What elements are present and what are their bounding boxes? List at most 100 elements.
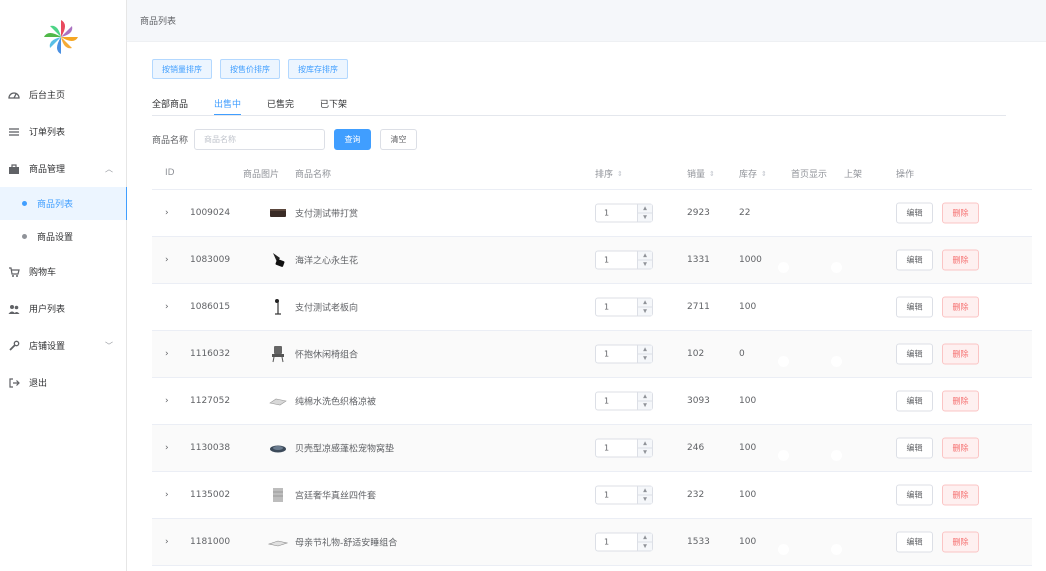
page-body: 按销量排序 按售价排序 按库存排序 全部商品 出售中 已售完 已下架 商品名称 … — [127, 42, 1046, 571]
sort-order-stepper[interactable]: 1 ▲ ▼ — [595, 344, 653, 364]
expand-row-icon[interactable]: › — [165, 208, 169, 218]
expand-row-icon[interactable]: › — [165, 302, 169, 312]
decrement-icon[interactable]: ▼ — [638, 449, 652, 457]
increment-icon[interactable]: ▲ — [638, 252, 652, 261]
tab-all-products[interactable]: 全部商品 — [152, 97, 188, 116]
product-name-search-input[interactable] — [194, 129, 326, 150]
sort-order-stepper[interactable]: 1 ▲ ▼ — [595, 297, 653, 317]
expand-row-icon[interactable]: › — [165, 490, 169, 500]
increment-icon[interactable]: ▲ — [638, 346, 652, 355]
sidebar-item-orders[interactable]: 订单列表 — [0, 113, 127, 150]
sidebar-item-cart[interactable]: 购物车 — [0, 253, 127, 290]
edit-button[interactable]: 编辑 — [896, 390, 933, 412]
table-body: › 1009024 支付测试带打赏 1 ▲ ▼ 2923 22 编辑 删除 › 10… — [152, 190, 1032, 566]
sidebar-item-product-management[interactable]: 商品管理 ︿ — [0, 150, 127, 187]
sort-caret-icon: ⇕ — [617, 169, 623, 178]
list-icon — [8, 126, 20, 138]
tab-delisted[interactable]: 已下架 — [320, 97, 347, 116]
expand-row-icon[interactable]: › — [165, 443, 169, 453]
edit-button[interactable]: 编辑 — [896, 202, 933, 224]
search-bar: 商品名称 查询 清空 — [152, 129, 418, 150]
users-icon — [8, 303, 20, 315]
product-stock: 100 — [739, 537, 757, 547]
expand-row-icon[interactable]: › — [165, 396, 169, 406]
sort-order-stepper[interactable]: 1 ▲ ▼ — [595, 391, 653, 411]
expand-row-icon[interactable]: › — [165, 349, 169, 359]
tab-sold-out[interactable]: 已售完 — [267, 97, 294, 116]
increment-icon[interactable]: ▲ — [638, 534, 652, 543]
delete-button[interactable]: 删除 — [942, 484, 979, 506]
product-sales: 1533 — [687, 537, 710, 547]
product-name: 纯棉水洗色织格凉被 — [295, 397, 377, 408]
delete-button[interactable]: 删除 — [942, 343, 979, 365]
tab-on-sale[interactable]: 出售中 — [214, 97, 242, 116]
edit-button[interactable]: 编辑 — [896, 249, 933, 271]
sort-order-value[interactable]: 1 — [596, 444, 637, 453]
increment-icon[interactable]: ▲ — [638, 440, 652, 449]
decrement-icon[interactable]: ▼ — [638, 402, 652, 410]
decrement-icon[interactable]: ▼ — [638, 261, 652, 269]
product-image — [268, 391, 288, 411]
product-id: 1083009 — [190, 255, 231, 265]
sidebar-item-dashboard[interactable]: 后台主页 — [0, 76, 127, 113]
box-image — [268, 203, 288, 223]
sidebar-item-label: 购物车 — [29, 268, 57, 278]
sort-caret-icon: ⇕ — [709, 169, 715, 178]
header-on-shelf: 上架 — [844, 169, 863, 180]
clear-button[interactable]: 清空 — [380, 129, 418, 150]
sidebar: 后台主页 订单列表 商品管理 ︿ 商品列表 商品设置 购物车 用户列表 店铺设置… — [0, 0, 127, 571]
increment-icon[interactable]: ▲ — [638, 205, 652, 214]
edit-button[interactable]: 编辑 — [896, 484, 933, 506]
header-sort[interactable]: 排序 ⇕ — [595, 167, 623, 180]
decrement-icon[interactable]: ▼ — [638, 355, 652, 363]
sort-order-value[interactable]: 1 — [596, 303, 637, 312]
sidebar-item-shop-settings[interactable]: 店铺设置 ﹀ — [0, 327, 127, 364]
edit-button[interactable]: 编辑 — [896, 437, 933, 459]
header-id: ID — [165, 168, 175, 178]
product-id: 1127052 — [190, 396, 231, 406]
main-content: 商品列表 按销量排序 按售价排序 按库存排序 全部商品 出售中 已售完 已下架 … — [127, 0, 1046, 571]
edit-button[interactable]: 编辑 — [896, 531, 933, 553]
sort-by-price-button[interactable]: 按售价排序 — [220, 59, 280, 79]
sort-order-value[interactable]: 1 — [596, 350, 637, 359]
sort-order-value[interactable]: 1 — [596, 256, 637, 265]
header-stock[interactable]: 库存 ⇕ — [739, 167, 767, 180]
sort-by-sales-button[interactable]: 按销量排序 — [152, 59, 212, 79]
sort-order-stepper[interactable]: 1 ▲ ▼ — [595, 250, 653, 270]
sidebar-subitem-product-list[interactable]: 商品列表 — [0, 187, 127, 220]
sort-order-stepper[interactable]: 1 ▲ ▼ — [595, 203, 653, 223]
decrement-icon[interactable]: ▼ — [638, 496, 652, 504]
sort-by-stock-button[interactable]: 按库存排序 — [288, 59, 348, 79]
expand-row-icon[interactable]: › — [165, 255, 169, 265]
delete-button[interactable]: 删除 — [942, 296, 979, 318]
edit-button[interactable]: 编辑 — [896, 296, 933, 318]
sort-order-value[interactable]: 1 — [596, 491, 637, 500]
increment-icon[interactable]: ▲ — [638, 393, 652, 402]
sort-order-stepper[interactable]: 1 ▲ ▼ — [595, 485, 653, 505]
delete-button[interactable]: 删除 — [942, 437, 979, 459]
sidebar-item-logout[interactable]: 退出 — [0, 364, 127, 401]
table-row: › 1116032 怀抱休闲椅组合 1 ▲ ▼ 102 0 编辑 删除 — [152, 331, 1032, 378]
sidebar-item-users[interactable]: 用户列表 — [0, 290, 127, 327]
delete-button[interactable]: 删除 — [942, 249, 979, 271]
product-name: 母亲节礼物-舒适安睡组合 — [295, 538, 398, 549]
header-sales[interactable]: 销量 ⇕ — [687, 167, 715, 180]
delete-button[interactable]: 删除 — [942, 202, 979, 224]
delete-button[interactable]: 删除 — [942, 531, 979, 553]
product-sales: 2923 — [687, 208, 710, 218]
increment-icon[interactable]: ▲ — [638, 487, 652, 496]
sort-order-stepper[interactable]: 1 ▲ ▼ — [595, 532, 653, 552]
expand-row-icon[interactable]: › — [165, 537, 169, 547]
increment-icon[interactable]: ▲ — [638, 299, 652, 308]
delete-button[interactable]: 删除 — [942, 390, 979, 412]
query-button[interactable]: 查询 — [334, 129, 372, 150]
sort-order-value[interactable]: 1 — [596, 397, 637, 406]
edit-button[interactable]: 编辑 — [896, 343, 933, 365]
sidebar-subitem-product-settings[interactable]: 商品设置 — [0, 220, 127, 253]
decrement-icon[interactable]: ▼ — [638, 308, 652, 316]
sort-order-value[interactable]: 1 — [596, 209, 637, 218]
decrement-icon[interactable]: ▼ — [638, 543, 652, 551]
sort-order-value[interactable]: 1 — [596, 538, 637, 547]
decrement-icon[interactable]: ▼ — [638, 214, 652, 222]
sort-order-stepper[interactable]: 1 ▲ ▼ — [595, 438, 653, 458]
